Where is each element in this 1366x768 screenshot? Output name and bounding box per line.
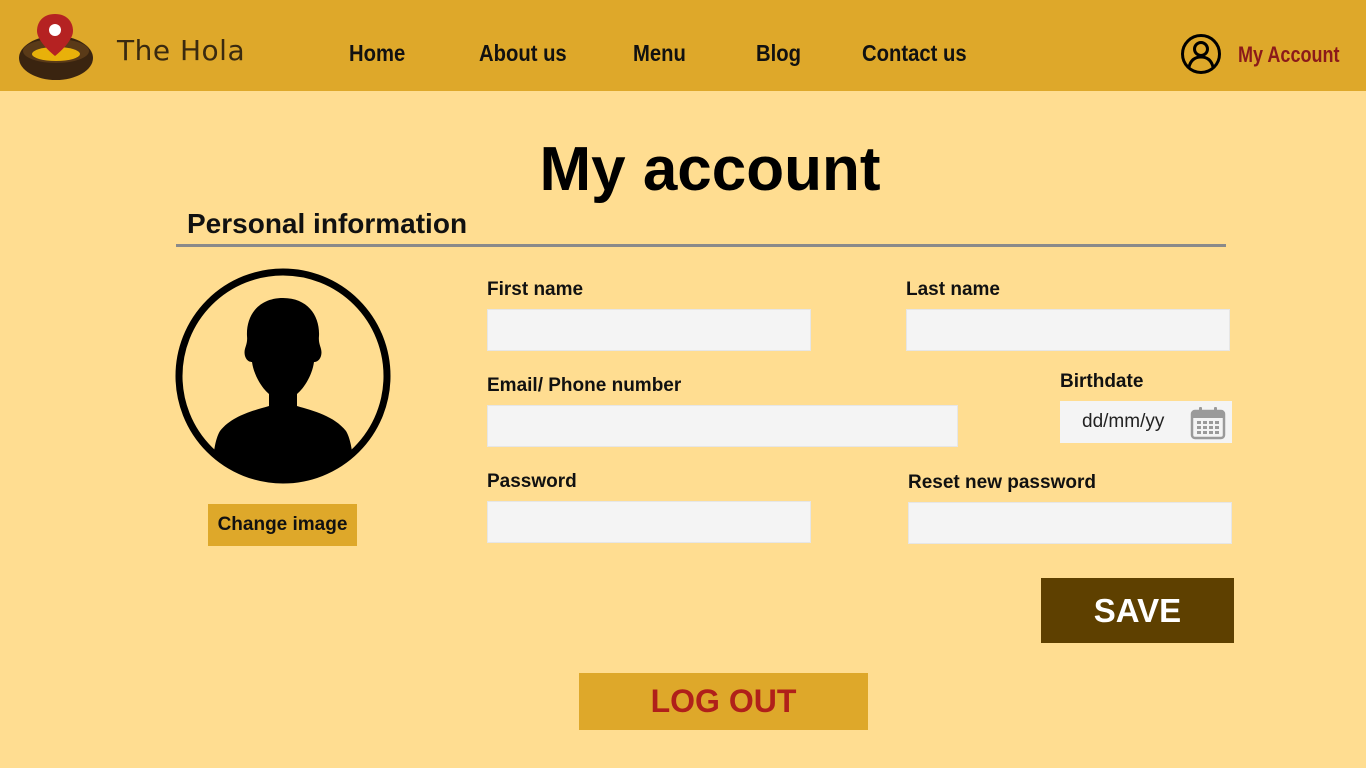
password-label: Password — [487, 471, 577, 492]
email-phone-field[interactable] — [487, 405, 958, 447]
first-name-field[interactable] — [487, 309, 811, 351]
calendar-icon[interactable] — [1190, 406, 1226, 440]
birthdate-picker[interactable] — [1060, 401, 1232, 443]
my-account-link[interactable]: My Account — [1238, 42, 1340, 68]
nav-blog[interactable]: Blog — [756, 40, 801, 67]
section-title: Personal information — [187, 208, 468, 239]
location-pin-bowl-icon[interactable] — [16, 10, 96, 82]
top-navigation-bar: The Hola Home About us Menu Blog Contact… — [0, 0, 1366, 91]
birthdate-label: Birthdate — [1060, 371, 1144, 392]
reset-password-label: Reset new password — [908, 472, 1096, 493]
last-name-label: Last name — [906, 279, 1000, 300]
page-title: My account — [539, 135, 881, 204]
nav-about-us[interactable]: About us — [479, 40, 567, 67]
last-name-field[interactable] — [906, 309, 1230, 351]
save-button[interactable]: SAVE — [1041, 578, 1234, 643]
user-circle-icon[interactable] — [1180, 33, 1222, 75]
email-phone-label: Email/ Phone number — [487, 375, 682, 396]
brand-name[interactable]: The Hola — [117, 34, 245, 67]
password-field[interactable] — [487, 501, 811, 543]
change-image-button[interactable]: Change image — [208, 504, 357, 546]
nav-home[interactable]: Home — [349, 40, 405, 67]
nav-contact-us[interactable]: Contact us — [862, 40, 967, 67]
nav-menu[interactable]: Menu — [633, 40, 686, 67]
reset-password-field[interactable] — [908, 502, 1232, 544]
logout-button[interactable]: LOG OUT — [579, 673, 868, 730]
first-name-label: First name — [487, 279, 584, 300]
section-divider — [176, 244, 1226, 247]
birthdate-field[interactable] — [1060, 401, 1190, 443]
user-silhouette-icon — [175, 268, 391, 484]
